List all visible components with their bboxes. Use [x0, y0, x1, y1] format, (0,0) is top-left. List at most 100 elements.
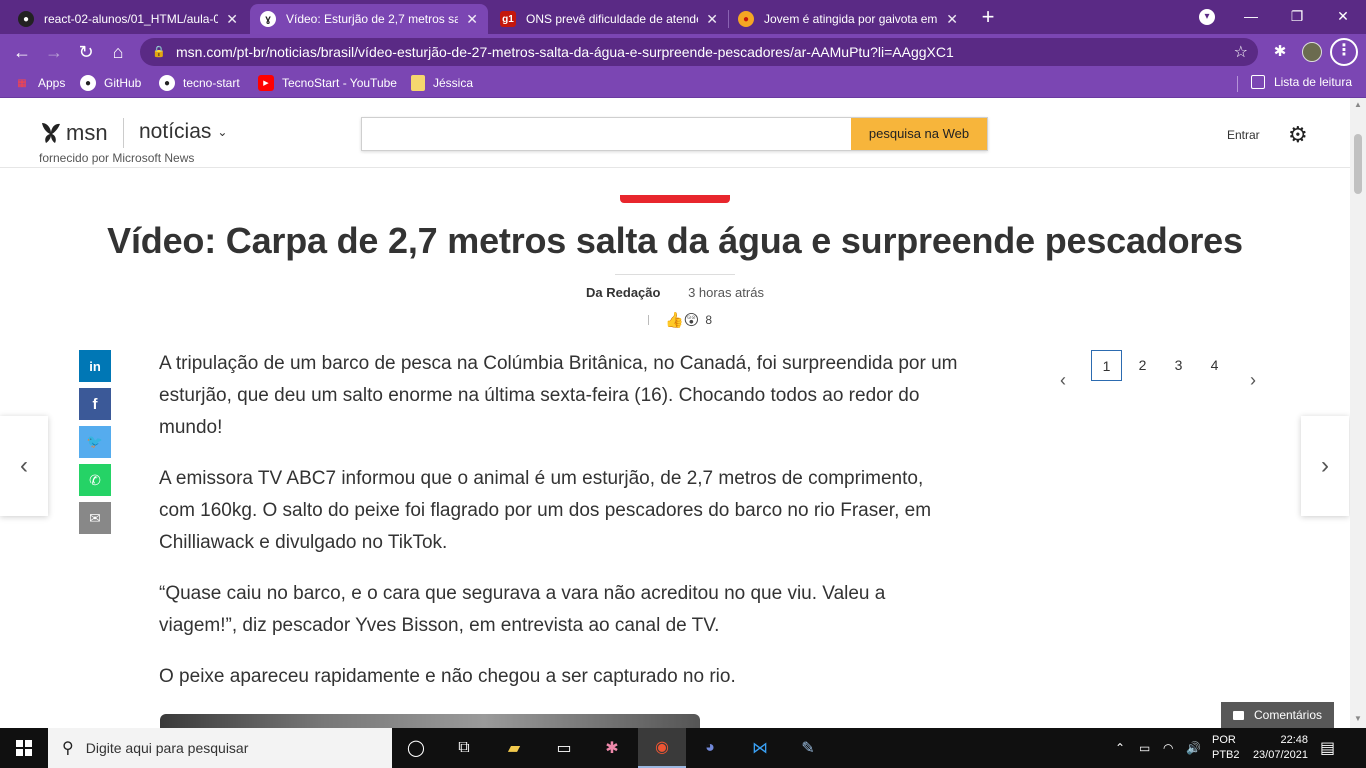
tab-title: react-02-alunos/01_HTML/aula-0	[44, 12, 219, 26]
tab-search-icon[interactable]: ▾	[1199, 9, 1215, 25]
close-tab-icon[interactable]: ✕	[706, 11, 718, 28]
restore-icon[interactable]: ❐	[1274, 0, 1320, 32]
reload-icon[interactable]: ↻	[74, 40, 98, 64]
article-title: Vídeo: Carpa de 2,7 metros salta da água…	[107, 220, 1243, 261]
back-icon[interactable]: ←	[10, 40, 34, 64]
article-video-thumbnail[interactable]	[160, 714, 700, 728]
close-window-icon[interactable]: ✕	[1320, 0, 1366, 32]
profile-avatar[interactable]	[1302, 42, 1322, 62]
comments-label: Comentários	[1253, 708, 1323, 722]
msn-logo[interactable]: msn	[40, 120, 108, 146]
section-label: notícias	[139, 120, 212, 143]
facebook-share-icon[interactable]: f	[79, 388, 111, 420]
tab-strip: ● react-02-alunos/01_HTML/aula-0 ✕ ɣ Víd…	[0, 0, 1366, 34]
bookmark-tecno-start[interactable]: ● tecno-start	[159, 75, 240, 91]
terminal-icon[interactable]: ▭	[540, 728, 588, 768]
whatsapp-share-icon[interactable]: ✆	[79, 464, 111, 496]
tab-news[interactable]: ● Jovem é atingida por gaivota em ✕	[728, 4, 968, 34]
publish-time: 3 horas atrás	[688, 285, 764, 300]
file-explorer-icon[interactable]: ▰	[490, 728, 538, 768]
home-icon[interactable]: ⌂	[106, 40, 130, 64]
byline: Da Redação 3 horas atrás	[0, 285, 1350, 300]
tab-msn[interactable]: ɣ Vídeo: Esturjão de 2,7 metros salt ✕	[250, 4, 488, 34]
vscode-icon[interactable]: ⋈	[736, 728, 784, 768]
address-bar[interactable]: 🔒 msn.com/pt-br/noticias/brasil/vídeo-es…	[140, 38, 1258, 66]
new-tab-button[interactable]: +	[976, 6, 1000, 30]
bookmark-label: tecno-start	[183, 76, 240, 90]
page-1[interactable]: 1	[1091, 350, 1122, 381]
lock-icon: 🔒	[152, 46, 166, 58]
clock-time: 22:48	[1280, 734, 1308, 746]
battery-icon[interactable]: ▭	[1139, 728, 1150, 768]
volume-icon[interactable]: 🔊	[1186, 728, 1201, 768]
bookmark-star-icon[interactable]: ☆	[1234, 42, 1248, 62]
article-body: A tripulação de um barco de pesca na Col…	[159, 348, 959, 712]
author-name[interactable]: Da Redação	[586, 285, 660, 300]
page-2[interactable]: 2	[1127, 350, 1158, 381]
bookmark-github[interactable]: ● GitHub	[80, 75, 141, 91]
chevron-left-icon[interactable]: ‹	[1060, 370, 1066, 391]
notifications-icon[interactable]: ▤	[1320, 738, 1340, 757]
close-tab-icon[interactable]: ✕	[946, 11, 958, 28]
msn-header: msn notícias ⌄ fornecido por Microsoft N…	[0, 98, 1350, 168]
page-4[interactable]: 4	[1199, 350, 1230, 381]
minimize-icon[interactable]: —	[1228, 0, 1274, 32]
chevron-right-icon[interactable]: ›	[1250, 370, 1256, 391]
section-dropdown[interactable]: notícias ⌄	[139, 120, 227, 144]
chevron-right-icon: ›	[1321, 452, 1329, 479]
gear-icon[interactable]: ⚙	[1288, 124, 1310, 146]
show-hidden-icons[interactable]: ⌃	[1115, 728, 1125, 768]
sign-in-link[interactable]: Entrar	[1227, 128, 1260, 142]
bookmark-label: TecnoStart - YouTube	[282, 76, 397, 90]
discord-icon[interactable]: ◕	[686, 728, 734, 768]
page-scrollbar[interactable]: ▲ ▼	[1350, 98, 1366, 728]
extensions-icon[interactable]: ✱	[1270, 42, 1290, 62]
scrollbar-thumb[interactable]	[1354, 134, 1362, 194]
forward-icon[interactable]: →	[42, 40, 66, 64]
page-3[interactable]: 3	[1163, 350, 1194, 381]
cortana-icon[interactable]: ◯	[392, 728, 440, 768]
tab-g1[interactable]: g1 ONS prevê dificuldade de atende ✕	[490, 4, 728, 34]
youtube-icon: ▶	[258, 75, 274, 91]
slack-icon[interactable]: ✱	[588, 728, 636, 768]
browser-menu-icon[interactable]: ⋮	[1330, 38, 1358, 66]
web-search-button[interactable]: pesquisa na Web	[851, 118, 987, 150]
tab-title: Vídeo: Esturjão de 2,7 metros salt	[286, 12, 459, 26]
twitter-share-icon[interactable]: 🐦	[79, 426, 111, 458]
bookmark-jessica[interactable]: Jéssica	[411, 75, 473, 91]
scroll-up-icon[interactable]: ▲	[1353, 100, 1363, 109]
bookmark-label: GitHub	[104, 76, 142, 90]
reading-list-button[interactable]: Lista de leitura	[1250, 75, 1352, 89]
system-clock[interactable]: 22:48 23/07/2021	[1250, 733, 1308, 763]
article-paragraph: A emissora TV ABC7 informou que o animal…	[159, 468, 932, 553]
email-share-icon[interactable]: ✉	[79, 502, 111, 534]
article-pager: ‹ 1 2 3 4 ›	[1056, 350, 1266, 390]
reading-list-icon	[1250, 75, 1265, 89]
bookmark-tecnostart-youtube[interactable]: ▶ TecnoStart - YouTube	[258, 75, 397, 91]
start-button[interactable]	[0, 728, 48, 768]
bookmark-label: Apps	[38, 76, 66, 90]
reactions[interactable]: 👍😲 8	[648, 311, 712, 329]
next-article-button[interactable]: ›	[1301, 416, 1349, 516]
tab-github[interactable]: ● react-02-alunos/01_HTML/aula-0 ✕	[8, 4, 248, 34]
wifi-icon[interactable]: ◠	[1163, 728, 1173, 768]
close-tab-icon[interactable]: ✕	[226, 11, 238, 28]
comment-icon	[1232, 710, 1244, 720]
msn-icon: ɣ	[260, 11, 276, 27]
previous-article-button[interactable]: ‹	[0, 416, 48, 516]
input-language[interactable]: POR PTB2	[1212, 733, 1240, 763]
linkedin-share-icon[interactable]: in	[79, 350, 111, 382]
tab-title: ONS prevê dificuldade de atende	[526, 12, 699, 26]
task-view-icon[interactable]: ⧉	[440, 728, 488, 768]
g1-icon: g1	[500, 11, 516, 27]
comments-button[interactable]: Comentários	[1221, 702, 1334, 728]
close-tab-icon[interactable]: ✕	[466, 11, 478, 28]
scroll-down-icon[interactable]: ▼	[1353, 714, 1363, 723]
chrome-icon[interactable]: ◉	[638, 728, 686, 768]
taskbar-search[interactable]: ⚲ Digite aqui para pesquisar	[48, 728, 392, 768]
bookmark-apps[interactable]: ▦ Apps	[14, 75, 65, 91]
news-icon: ●	[738, 11, 754, 27]
web-search-input[interactable]: pesquisa na Web	[361, 117, 988, 151]
search-icon: ⚲	[62, 740, 74, 757]
paint-icon[interactable]: ✎	[784, 728, 832, 768]
